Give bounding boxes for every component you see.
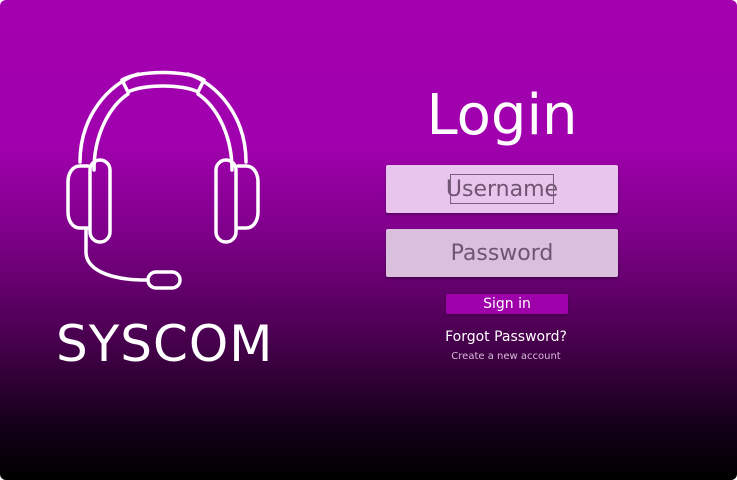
brand-name: SYSCOM — [56, 315, 274, 373]
password-input[interactable] — [386, 229, 618, 277]
login-window: SYSCOM Login Sign in Forgot Password? Cr… — [0, 0, 737, 480]
login-title: Login — [426, 83, 578, 148]
sign-in-button[interactable]: Sign in — [446, 294, 568, 314]
username-input[interactable] — [386, 165, 618, 213]
password-field[interactable] — [386, 229, 618, 277]
username-field[interactable] — [386, 165, 618, 213]
create-account-link[interactable]: Create a new account — [386, 350, 626, 364]
forgot-password-link[interactable]: Forgot Password? — [386, 328, 626, 346]
headset-icon — [66, 70, 260, 290]
